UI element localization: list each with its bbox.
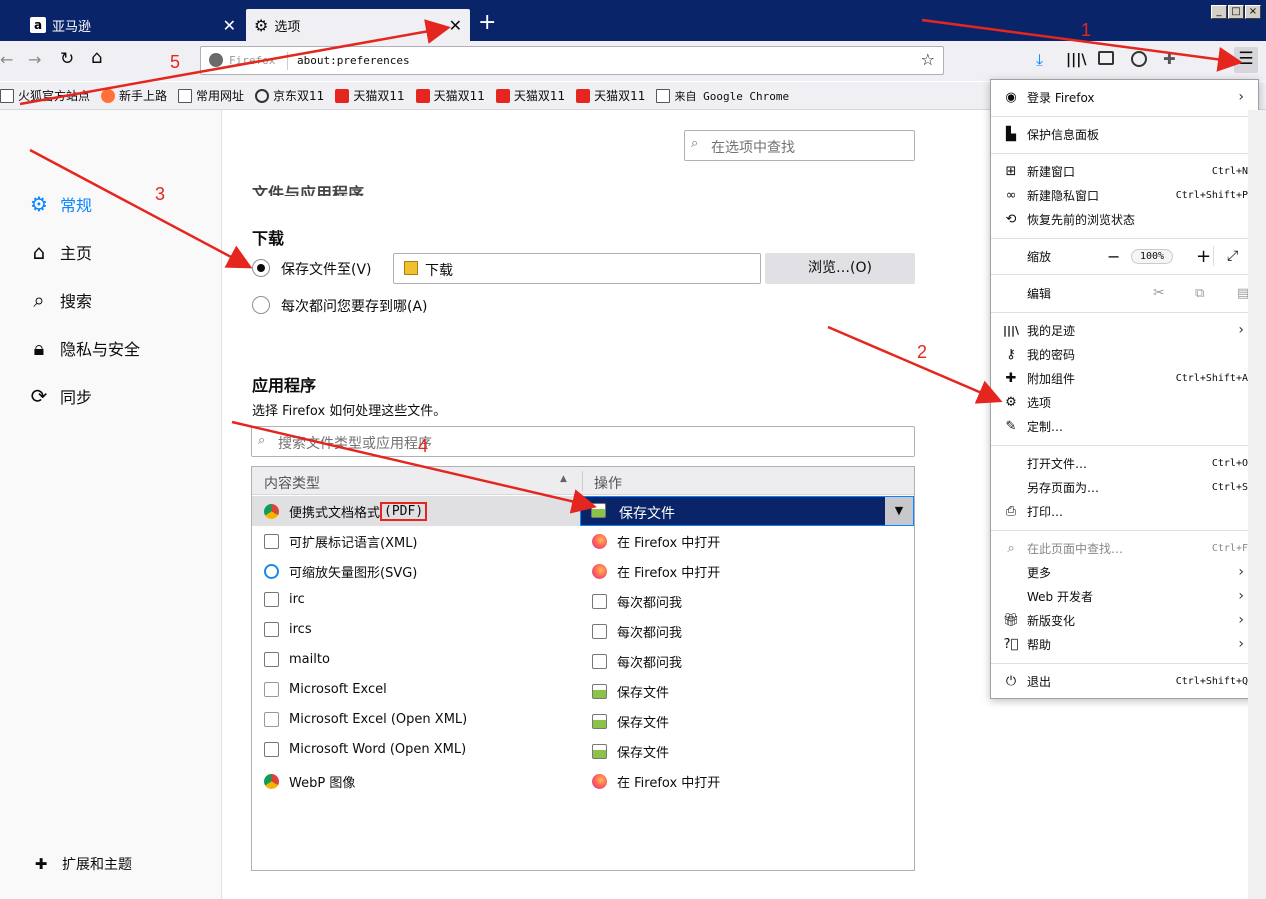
arrow-3	[29, 148, 253, 269]
annotation-number: 3	[155, 184, 166, 204]
arrow-1	[921, 18, 1243, 72]
annotation-number: 1	[1081, 20, 1092, 40]
arrow-5	[19, 19, 451, 106]
annotation-number: 5	[170, 52, 181, 72]
arrow-4	[231, 420, 597, 514]
annotation-number: 2	[917, 342, 928, 362]
annotation-arrows	[19, 18, 1243, 514]
arrow-2	[827, 325, 1003, 404]
annotation-number: 4	[418, 436, 429, 456]
